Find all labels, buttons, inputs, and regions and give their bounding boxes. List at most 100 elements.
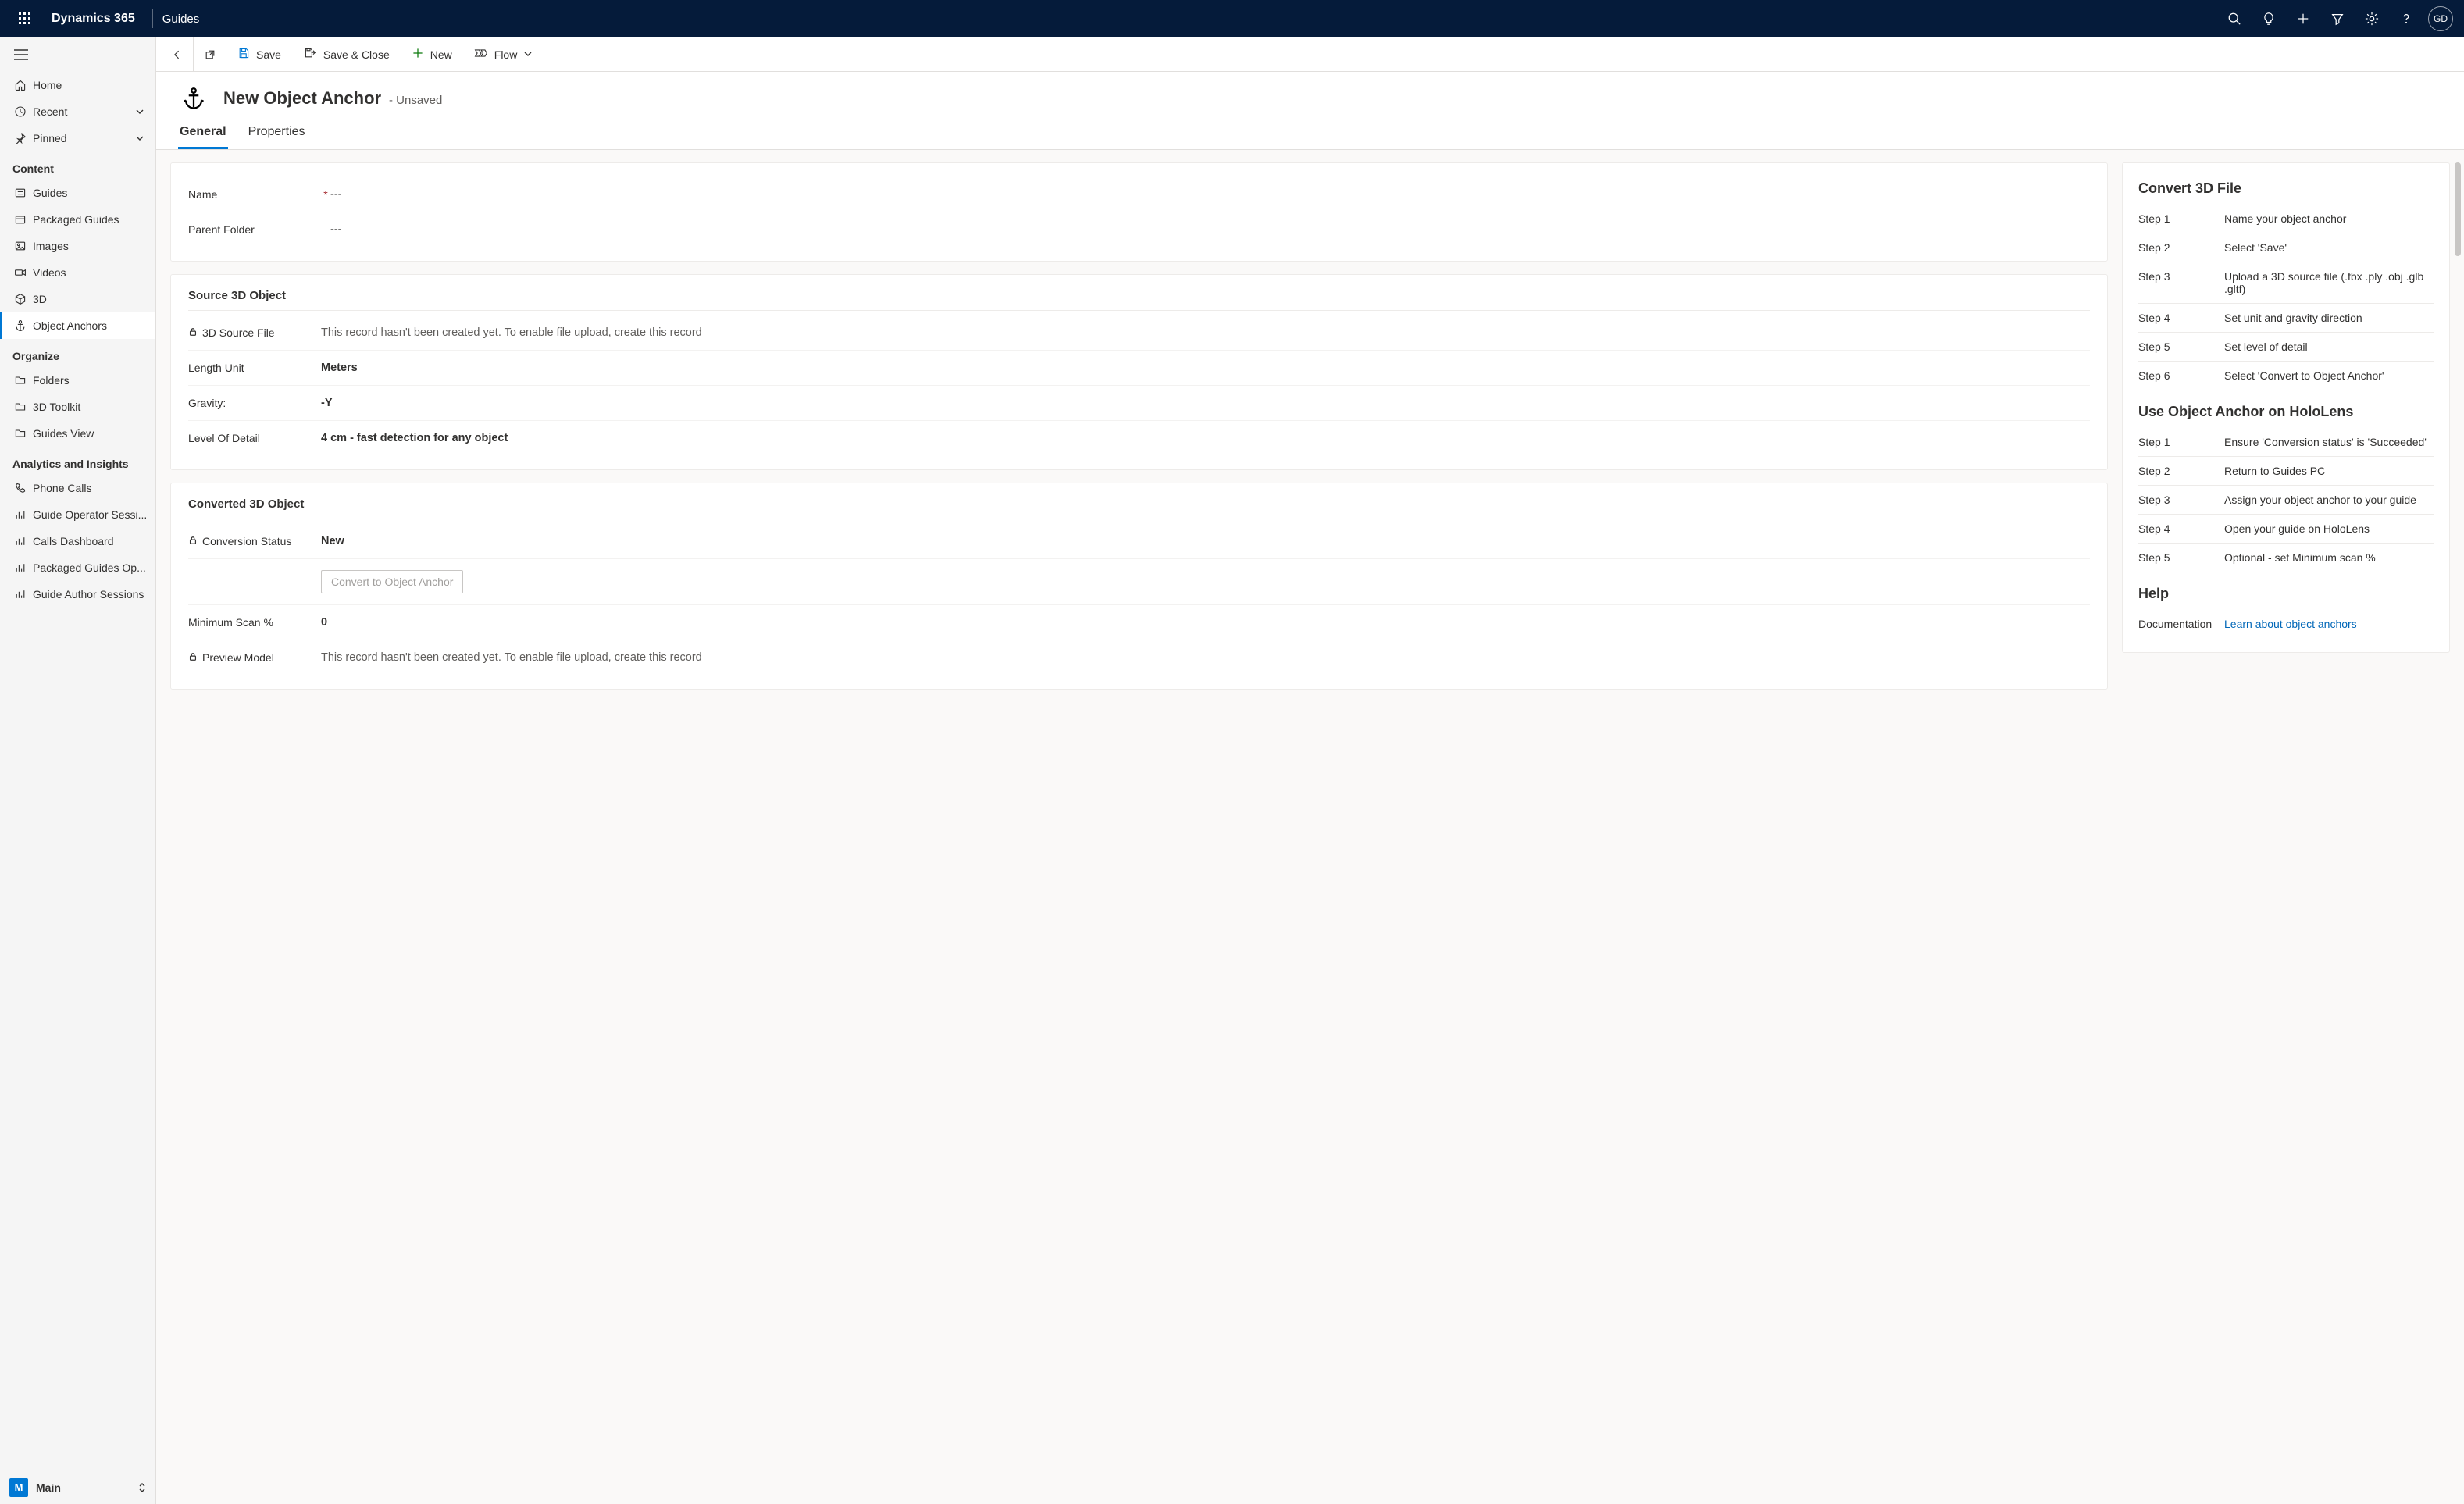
length-unit-select[interactable]: Meters [321,362,2090,374]
section-source-3d: Source 3D Object 3D Source File This rec… [170,274,2108,470]
nav-guide-operator-sessions[interactable]: Guide Operator Sessi... [0,501,155,528]
field-label: Name [188,188,217,201]
nav-label: 3D Toolkit [33,401,148,413]
nav-3d[interactable]: 3D [0,286,155,312]
form-content: Name * --- Parent Folder --- Source 3D O… [156,150,2464,1504]
nav-guides-view[interactable]: Guides View [0,420,155,447]
nav-recent[interactable]: Recent [0,98,155,125]
new-button[interactable]: New [401,37,463,72]
step-num: Step 4 [2138,522,2224,535]
preview-model-field: This record hasn't been created yet. To … [321,651,2090,664]
tab-properties[interactable]: Properties [247,125,307,149]
nav-label: 3D [33,293,148,305]
step-desc: Assign your object anchor to your guide [2224,494,2434,506]
folder-icon [14,374,33,387]
nav-3d-toolkit[interactable]: 3D Toolkit [0,394,155,420]
step-num: Step 1 [2138,212,2224,225]
nav-pinned[interactable]: Pinned [0,125,155,151]
record-title: New Object Anchor [223,88,381,108]
parent-folder-lookup[interactable]: --- [330,223,2090,236]
pin-icon [14,132,33,144]
nav-object-anchors[interactable]: Object Anchors [0,312,155,339]
cmd-label: New [430,48,452,61]
nav-label: Guides [33,187,148,199]
video-icon [14,266,33,279]
chart-icon [14,561,33,574]
nav-label: Phone Calls [33,482,148,494]
step-num: Step 6 [2138,369,2224,382]
chart-icon [14,535,33,547]
convert-button: Convert to Object Anchor [321,570,463,593]
step-num: Step 3 [2138,494,2224,506]
insights-button[interactable] [2252,0,2286,37]
app-name[interactable]: Guides [162,12,200,26]
lock-icon [188,651,198,664]
open-new-window-button[interactable] [194,37,226,72]
chevron-down-icon [135,134,148,143]
field-label: Gravity: [188,397,226,409]
scrollbar[interactable] [2452,39,2462,1501]
area-switcher[interactable]: M Main [0,1470,155,1504]
cmd-label: Flow [494,48,518,61]
nav-guides[interactable]: Guides [0,180,155,206]
nav-images[interactable]: Images [0,233,155,259]
section-heading: Converted 3D Object [188,497,2090,519]
save-button[interactable]: Save [226,37,292,72]
tab-general[interactable]: General [178,125,228,149]
field-label: Parent Folder [188,223,255,236]
list-icon [14,187,33,199]
clock-icon [14,105,33,118]
form-tabs: General Properties [156,114,2464,150]
field-label: Level Of Detail [188,432,260,444]
nav-videos[interactable]: Videos [0,259,155,286]
gravity-select[interactable]: -Y [321,397,2090,409]
scrollbar-thumb[interactable] [2455,162,2461,256]
name-input[interactable]: --- [330,188,2090,201]
chart-icon [14,588,33,601]
nav-phone-calls[interactable]: Phone Calls [0,475,155,501]
nav-packaged-guides-op[interactable]: Packaged Guides Op... [0,554,155,581]
plus-icon [412,47,424,62]
flow-icon [474,48,488,61]
nav-packaged-guides[interactable]: Packaged Guides [0,206,155,233]
use-steps-table: Step 1Ensure 'Conversion status' is 'Suc… [2138,428,2434,572]
help-button[interactable] [2389,0,2423,37]
step-desc: Set unit and gravity direction [2224,312,2434,324]
record-header: New Object Anchor - Unsaved [156,72,2464,114]
updown-icon [137,1481,148,1494]
nav-home[interactable]: Home [0,72,155,98]
save-close-button[interactable]: Save & Close [292,37,401,72]
source-file-field: This record hasn't been created yet. To … [321,326,2090,339]
filter-button[interactable] [2320,0,2355,37]
search-button[interactable] [2217,0,2252,37]
settings-button[interactable] [2355,0,2389,37]
help-label: Documentation [2138,618,2224,630]
flow-button[interactable]: Flow [463,37,544,72]
anchor-icon [178,83,209,114]
help-heading: Help [2138,586,2434,602]
back-button[interactable] [161,37,194,72]
nav-label: Folders [33,374,148,387]
step-desc: Set level of detail [2224,340,2434,353]
step-desc: Optional - set Minimum scan % [2224,551,2434,564]
step-num: Step 5 [2138,340,2224,353]
step-desc: Open your guide on HoloLens [2224,522,2434,535]
lod-select[interactable]: 4 cm - fast detection for any object [321,432,2090,444]
app-launcher-button[interactable] [6,0,44,37]
docs-link[interactable]: Learn about object anchors [2224,618,2357,630]
step-desc: Ensure 'Conversion status' is 'Succeeded… [2224,436,2434,448]
nav-calls-dashboard[interactable]: Calls Dashboard [0,528,155,554]
group-organize: Organize [0,339,155,367]
cmd-label: Save [256,48,281,61]
required-indicator: * [321,188,330,201]
nav-folders[interactable]: Folders [0,367,155,394]
nav-guide-author-sessions[interactable]: Guide Author Sessions [0,581,155,608]
add-button[interactable] [2286,0,2320,37]
field-label: Minimum Scan % [188,616,273,629]
user-avatar[interactable]: GD [2428,6,2453,31]
nav-label: Guide Operator Sessi... [33,508,148,521]
brand-label[interactable]: Dynamics 365 [44,12,143,26]
sidebar-toggle[interactable] [0,37,155,72]
save-icon [237,47,250,62]
min-scan-input[interactable]: 0 [321,616,2090,629]
